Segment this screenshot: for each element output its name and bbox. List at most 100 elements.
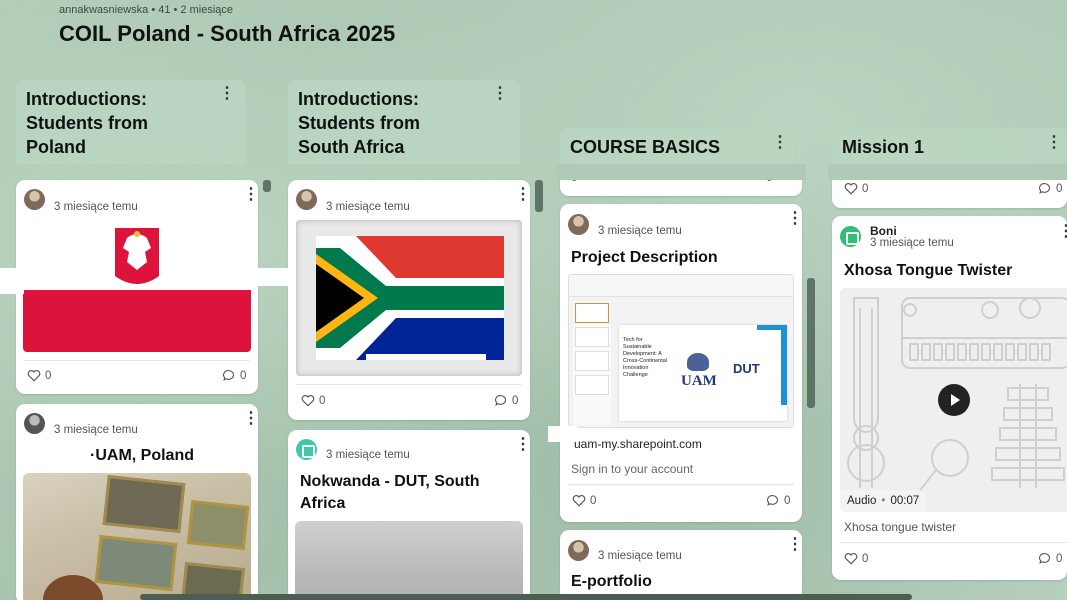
divider [840, 542, 1067, 543]
column-header-poland: Introductions: Students from Poland ⋮ [16, 80, 246, 164]
column-title: COURSE BASICS [570, 137, 721, 157]
post-card-poland-flag[interactable]: 3 miesiące temu ⋮ 0 0 [16, 180, 258, 394]
ppt-toolbar [569, 275, 793, 297]
decor-strip [0, 268, 24, 294]
heart-icon [27, 370, 41, 382]
like-button[interactable]: 0 [844, 182, 868, 195]
like-button[interactable]: 0 [301, 394, 325, 407]
post-time: 3 miesiące temu [598, 225, 682, 237]
avatar [24, 189, 45, 210]
comment-count: 0 [512, 394, 519, 407]
like-button[interactable]: 0 [844, 552, 868, 565]
decor-strip [256, 268, 290, 286]
post-time: 3 miesiące temu [54, 424, 138, 436]
more-vert-icon[interactable]: ⋮ [515, 187, 530, 203]
avatar [840, 226, 861, 247]
comment-count: 0 [784, 494, 791, 507]
avatar [24, 413, 45, 434]
post-time: 3 miesiące temu [326, 201, 410, 213]
divider [568, 484, 794, 485]
board-title: COIL Poland - South Africa 2025 [59, 21, 396, 46]
thumb [575, 327, 609, 347]
frame-decor [102, 475, 186, 533]
comment-button[interactable]: 0 [222, 369, 246, 382]
like-button[interactable]: 0 [572, 494, 596, 507]
more-vert-icon[interactable]: ⋮ [492, 86, 508, 102]
like-count: 0 [319, 394, 326, 407]
more-vert-icon[interactable]: ⋮ [1046, 135, 1062, 151]
post-title: Nokwanda - DUT, South Africa [300, 473, 480, 512]
frame-decor [94, 535, 178, 591]
column-scrollbar[interactable] [263, 180, 271, 192]
column-top-mask [556, 164, 806, 180]
like-button[interactable]: 0 [27, 369, 51, 382]
heart-icon [301, 395, 315, 407]
post-card-project-description[interactable]: 3 miesiące temu ⋮ Project Description Te… [560, 204, 802, 522]
column-title: Mission 1 [842, 137, 925, 157]
post-title: Xhosa Tongue Twister [844, 262, 1013, 279]
more-vert-icon[interactable]: ⋮ [243, 187, 258, 203]
like-count: 0 [862, 552, 869, 565]
more-vert-icon[interactable]: ⋮ [787, 211, 802, 227]
column-header-course-basics: COURSE BASICS ⋮ [560, 128, 794, 164]
audio-caption: Xhosa tongue twister [844, 520, 957, 534]
post-card-sa-flag[interactable]: 3 miesiące temu ⋮ 0 0 [288, 180, 530, 420]
avatar [568, 540, 589, 561]
post-photo [23, 473, 251, 600]
horizontal-scrollbar[interactable] [140, 594, 912, 600]
like-count: 0 [590, 494, 597, 507]
column-top-mask [828, 164, 1067, 180]
ppt-thumbnails [573, 301, 611, 425]
comment-icon [495, 395, 507, 406]
like-count: 0 [862, 182, 869, 195]
column-title: Introductions: Students from South Afric… [298, 89, 421, 157]
frame-decor [186, 500, 250, 550]
uam-logo: UAM [681, 373, 717, 389]
column-scrollbar[interactable] [807, 278, 815, 408]
more-vert-icon[interactable]: ⋮ [772, 135, 788, 151]
column-title: Introductions: Students from Poland [26, 89, 149, 157]
comment-icon [767, 495, 779, 506]
audio-badge: Audio • 00:07 [840, 490, 927, 512]
more-vert-icon[interactable]: ⋮ [219, 86, 235, 102]
decor-strip [548, 426, 578, 442]
divider [296, 384, 522, 385]
comment-button[interactable]: 0 [494, 394, 518, 407]
slide-accent [781, 325, 787, 405]
thumb [575, 303, 609, 323]
post-time: 3 miesiące temu [54, 201, 138, 213]
post-author: Boni [870, 224, 897, 238]
heart-icon [844, 553, 858, 565]
slide-accent [757, 325, 787, 330]
avatar [568, 214, 589, 235]
board-header: annakwasniewska • 41 • 2 miesiące COIL P… [59, 4, 395, 47]
audio-label: Audio [847, 495, 877, 507]
comment-icon [1039, 553, 1051, 564]
dut-logo: DUT [733, 361, 760, 376]
comment-button[interactable]: 0 [1038, 552, 1062, 565]
avatar [296, 189, 317, 210]
comment-button[interactable]: 0 [766, 494, 790, 507]
link-preview-image: Tech for Sustainable Development: A Cros… [568, 274, 794, 428]
uam-emblem-icon [687, 353, 709, 371]
post-card-uam-poland[interactable]: 3 miesiące temu ⋮ ·UAM, Poland [16, 404, 258, 600]
audio-duration: 00:07 [890, 495, 920, 507]
comment-icon [1039, 183, 1051, 194]
board-meta: annakwasniewska • 41 • 2 miesiące [59, 4, 234, 16]
comment-count: 0 [1056, 552, 1063, 565]
more-vert-icon[interactable]: ⋮ [243, 411, 258, 427]
post-card-nokwanda[interactable]: 3 miesiące temu ⋮ Nokwanda - DUT, South … [288, 430, 530, 600]
post-card-xhosa-tongue-twister[interactable]: Boni 3 miesiące temu ⋮ Xhosa Tongue Twis… [832, 216, 1067, 580]
more-vert-icon[interactable]: ⋮ [515, 437, 530, 453]
more-vert-icon[interactable]: ⋮ [1058, 224, 1067, 240]
more-vert-icon[interactable]: ⋮ [787, 537, 802, 553]
play-button[interactable] [938, 384, 970, 416]
post-photo [295, 521, 523, 600]
link-domain[interactable]: uam-my.sharepoint.com [574, 437, 702, 451]
dot-separator: • [881, 495, 886, 507]
column-scrollbar[interactable] [535, 180, 543, 212]
audio-player[interactable]: Audio • 00:07 [840, 288, 1067, 512]
post-card-e-portfolio[interactable]: 3 miesiące temu ⋮ E-portfolio [560, 530, 802, 600]
post-title: ·UAM, Poland [90, 447, 194, 464]
comment-button[interactable]: 0 [1038, 182, 1062, 195]
